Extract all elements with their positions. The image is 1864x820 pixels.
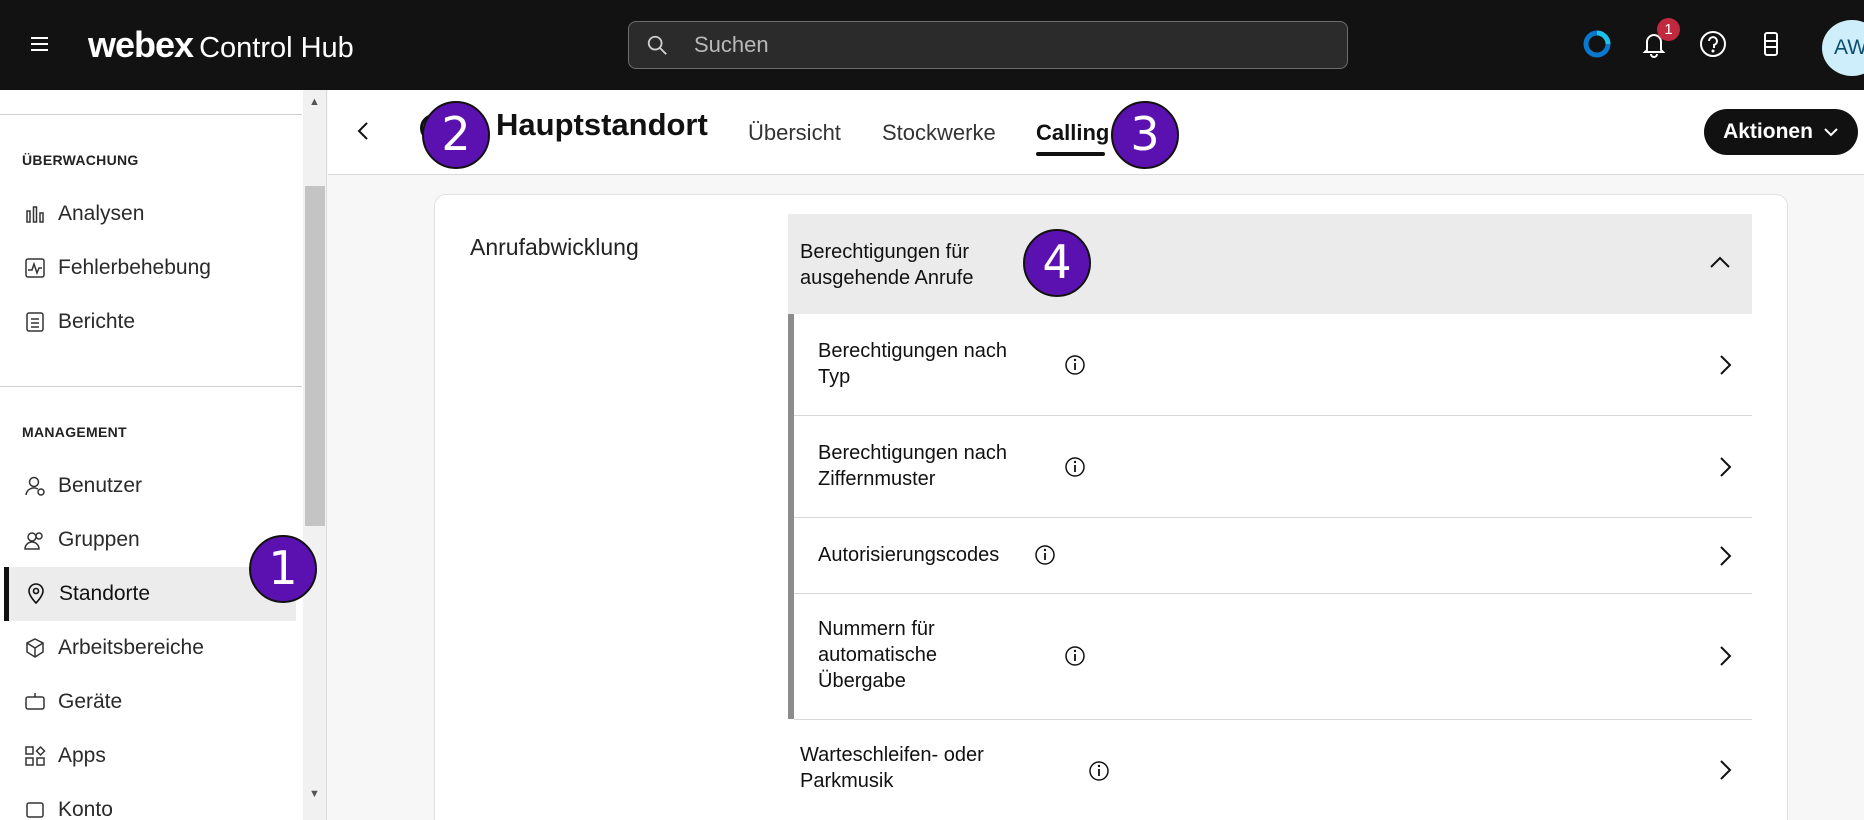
sidebar-item-fehlerbehebung[interactable]: Fehlerbehebung <box>4 241 296 295</box>
scrollbar-thumb[interactable] <box>305 186 325 526</box>
apps-icon <box>25 745 46 766</box>
avatar[interactable]: AW <box>1822 20 1864 76</box>
actions-button-label: Aktionen <box>1723 120 1813 143</box>
info-icon[interactable] <box>1064 645 1086 667</box>
webex-status-icon[interactable] <box>1581 28 1613 60</box>
sidebar: ÜBERWACHUNG Analysen Fehlerbehebung Beri… <box>0 90 327 820</box>
search-icon <box>647 35 667 55</box>
workspaces-icon <box>26 638 44 658</box>
location-pin-icon <box>28 583 44 605</box>
row-label: Berechtigungen nach Typ <box>818 340 1008 388</box>
sidebar-item-label: Analysen <box>58 202 145 225</box>
list-item-permissions-by-type[interactable]: Berechtigungen nach Typ <box>794 314 1752 416</box>
info-icon[interactable] <box>1064 354 1086 376</box>
list-item-authorization-codes[interactable]: Autorisierungscodes <box>794 518 1752 594</box>
back-arrow-icon[interactable] <box>350 117 378 145</box>
chevron-right-icon[interactable] <box>1714 758 1736 782</box>
page-header: Hauptstandort Übersicht Stockwerke Calli… <box>328 90 1864 175</box>
sidebar-item-benutzer[interactable]: Benutzer <box>4 459 296 513</box>
user-icon <box>25 476 45 496</box>
app-logo[interactable]: webex Control Hub <box>88 24 354 66</box>
section-title: Anrufabwicklung <box>470 234 639 260</box>
top-bar: webexControl Hub 1 AW <box>0 0 1864 90</box>
logo-product: Control Hub <box>199 32 354 64</box>
sidebar-item-label: Fehlerbehebung <box>58 256 211 279</box>
sidebar-item-label: Standorte <box>59 582 151 605</box>
sidebar-item-label: Konto <box>58 798 113 820</box>
reports-icon <box>26 312 44 332</box>
analytics-icon <box>26 206 44 223</box>
list-item-hold-music[interactable]: Warteschleifen- oder Parkmusik <box>788 720 1752 820</box>
row-label: Nummern für automatische Übergabe <box>818 618 937 692</box>
help-icon[interactable] <box>1697 28 1729 60</box>
troubleshooting-icon <box>25 258 45 278</box>
device-icon[interactable] <box>1755 28 1787 60</box>
logo-brand: webex <box>88 24 194 65</box>
sidebar-divider <box>0 114 302 115</box>
chevron-right-icon[interactable] <box>1714 644 1736 668</box>
account-icon <box>26 802 44 818</box>
sidebar-section-title: MANAGEMENT <box>22 424 127 440</box>
search-box[interactable] <box>628 21 1348 69</box>
sidebar-item-label: Arbeitsbereiche <box>58 636 204 659</box>
chevron-up-icon[interactable] <box>1708 252 1732 272</box>
chevron-right-icon[interactable] <box>1714 544 1736 568</box>
sidebar-item-label: Benutzer <box>58 474 143 497</box>
tab-stockwerke[interactable]: Stockwerke <box>882 120 996 146</box>
info-icon[interactable] <box>1064 456 1086 478</box>
list-item-auto-transfer-numbers[interactable]: Nummern für automatische Übergabe <box>794 594 1752 720</box>
accordion-label: Berechtigungen für ausgehende Anrufe <box>800 241 974 289</box>
page-title: Hauptstandort <box>496 107 708 142</box>
step-marker-2: 2 <box>422 101 490 169</box>
tab-uebersicht[interactable]: Übersicht <box>748 120 841 146</box>
info-icon[interactable] <box>1034 544 1056 566</box>
accordion-outgoing-permissions[interactable]: Berechtigungen für ausgehende Anrufe <box>788 214 1752 314</box>
sidebar-item-analysen[interactable]: Analysen <box>4 187 296 241</box>
step-marker-3: 3 <box>1111 101 1179 169</box>
sidebar-item-label: Apps <box>58 744 106 767</box>
active-tab-indicator <box>1036 152 1105 156</box>
info-icon[interactable] <box>1088 760 1110 782</box>
actions-button[interactable]: Aktionen <box>1704 109 1858 155</box>
sidebar-item-arbeitsbereiche[interactable]: Arbeitsbereiche <box>4 621 296 675</box>
scroll-down-arrow-icon[interactable]: ▼ <box>309 788 320 800</box>
sidebar-item-label: Gruppen <box>58 528 140 551</box>
sidebar-item-berichte[interactable]: Berichte <box>4 295 296 349</box>
sidebar-divider <box>0 386 302 387</box>
sidebar-item-label: Geräte <box>58 690 123 713</box>
groups-icon <box>24 532 43 550</box>
sidebar-section-title: ÜBERWACHUNG <box>22 152 139 168</box>
row-label: Warteschleifen- oder Parkmusik <box>800 744 984 792</box>
row-label: Autorisierungscodes <box>818 544 1000 566</box>
step-marker-4: 4 <box>1023 229 1091 297</box>
devices-icon <box>25 693 45 710</box>
tab-calling[interactable]: Calling <box>1036 120 1109 146</box>
sidebar-item-geraete[interactable]: Geräte <box>4 675 296 729</box>
sidebar-item-label: Berichte <box>58 310 136 333</box>
menu-icon[interactable] <box>31 33 55 55</box>
list-item-permissions-by-digit-pattern[interactable]: Berechtigungen nach Ziffernmuster <box>794 416 1752 518</box>
sidebar-item-apps[interactable]: Apps <box>4 729 296 783</box>
scroll-up-arrow-icon[interactable]: ▲ <box>309 96 320 108</box>
chevron-right-icon[interactable] <box>1714 455 1736 479</box>
notification-badge: 1 <box>1657 18 1680 41</box>
step-marker-1: 1 <box>249 535 317 603</box>
row-label: Berechtigungen nach Ziffernmuster <box>818 442 1008 490</box>
chevron-right-icon[interactable] <box>1714 353 1736 377</box>
chevron-down-icon <box>1824 128 1838 137</box>
search-input[interactable] <box>694 22 1334 68</box>
sidebar-item-konto[interactable]: Konto <box>4 783 296 820</box>
